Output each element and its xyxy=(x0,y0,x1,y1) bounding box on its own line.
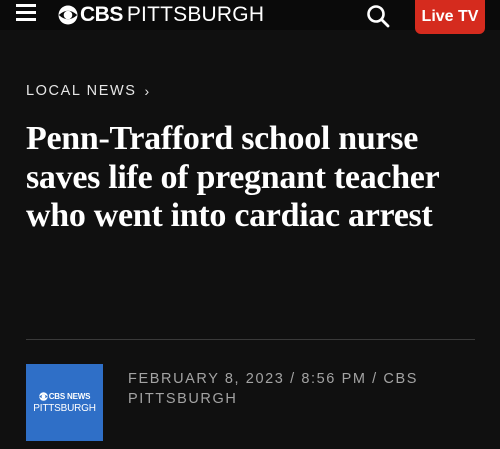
chevron-right-icon: › xyxy=(144,83,150,99)
live-tv-label: Live TV xyxy=(421,8,479,25)
divider xyxy=(26,339,475,340)
top-nav-bar: CBS PITTSBURGH Live TV xyxy=(0,0,500,34)
hamburger-menu-icon[interactable] xyxy=(16,4,36,22)
article-page: CBS PITTSBURGH Live TV LOCAL NEWS › Penn… xyxy=(0,0,500,449)
source-logo: CBS NEWS PITTSBURGH xyxy=(26,364,103,441)
brand-city-text: PITTSBURGH xyxy=(126,3,265,26)
site-logo[interactable]: CBS PITTSBURGH xyxy=(58,3,264,27)
breadcrumb-local-news[interactable]: LOCAL NEWS › xyxy=(26,83,149,99)
brand-cbs-text: CBS xyxy=(80,3,123,26)
article-dateline: FEBRUARY 8, 2023 / 8:56 PM / CBS PITTSBU… xyxy=(128,371,419,407)
cbs-eye-icon xyxy=(38,391,48,401)
search-icon[interactable] xyxy=(366,4,390,28)
article-headline: Penn-Trafford school nurse saves life of… xyxy=(26,120,439,234)
cbs-eye-icon xyxy=(58,5,78,25)
source-logo-bottom-text: PITTSBURGH xyxy=(33,402,96,414)
source-logo-top: CBS NEWS xyxy=(38,391,91,401)
live-tv-button[interactable]: Live TV xyxy=(415,0,485,34)
source-logo-top-text: CBS NEWS xyxy=(48,391,91,401)
breadcrumb-label: LOCAL NEWS xyxy=(26,83,137,99)
